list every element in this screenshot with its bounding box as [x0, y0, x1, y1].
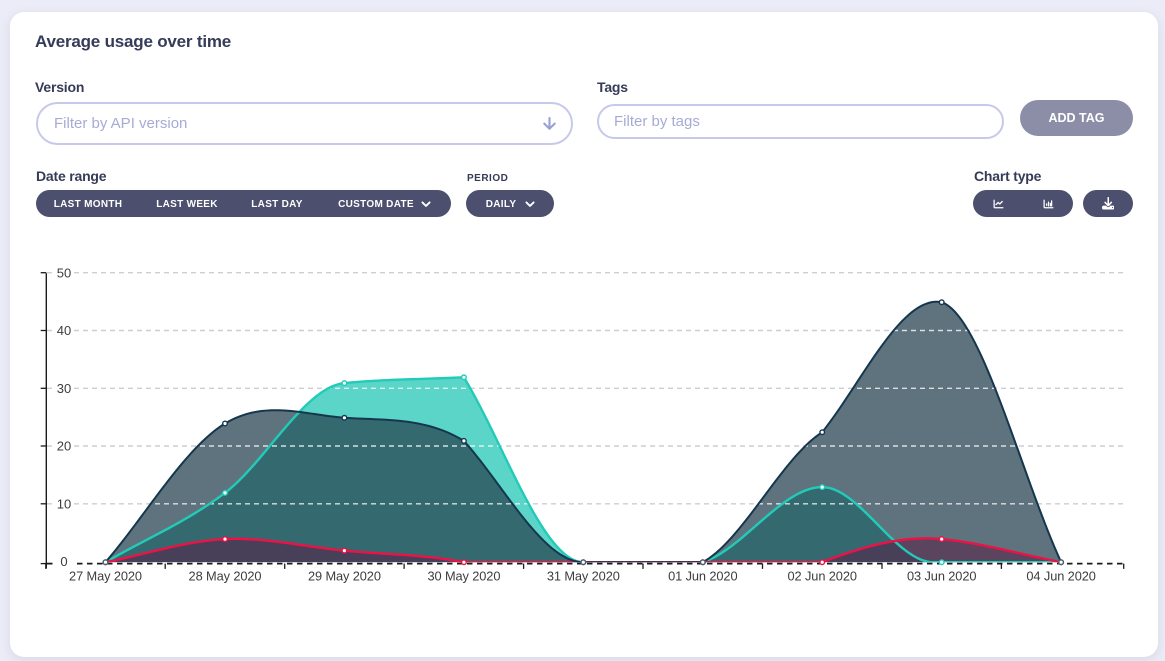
svg-text:20: 20 — [57, 439, 71, 454]
svg-text:29 May 2020: 29 May 2020 — [308, 569, 381, 584]
svg-text:02 Jun 2020: 02 Jun 2020 — [788, 569, 857, 584]
svg-text:30: 30 — [57, 381, 71, 396]
svg-text:01 Jun 2020: 01 Jun 2020 — [668, 569, 737, 584]
svg-text:10: 10 — [57, 496, 71, 511]
svg-text:31 May 2020: 31 May 2020 — [547, 569, 620, 584]
svg-text:30 May 2020: 30 May 2020 — [427, 569, 500, 584]
svg-text:0: 0 — [60, 554, 67, 569]
svg-text:04 Jun 2020: 04 Jun 2020 — [1026, 569, 1095, 584]
svg-text:40: 40 — [57, 323, 71, 338]
svg-text:50: 50 — [57, 265, 71, 280]
svg-text:28 May 2020: 28 May 2020 — [189, 569, 262, 584]
svg-text:03 Jun 2020: 03 Jun 2020 — [907, 569, 976, 584]
svg-text:27 May 2020: 27 May 2020 — [69, 569, 142, 584]
